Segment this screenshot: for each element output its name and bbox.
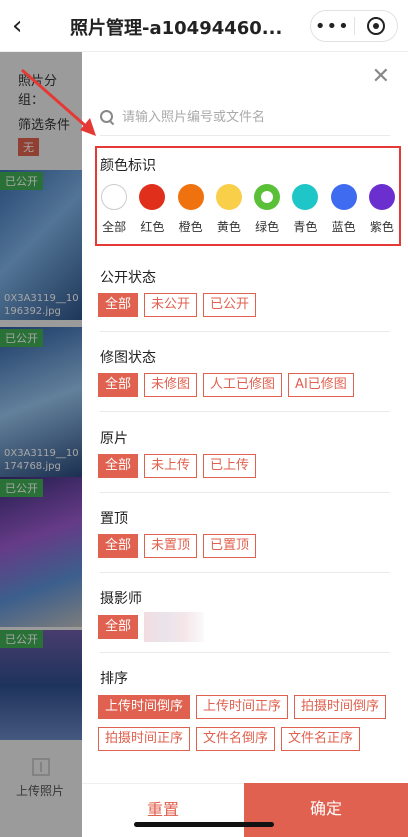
search-input[interactable] <box>122 109 382 125</box>
color-option-green[interactable]: 绿色 <box>249 184 285 235</box>
color-option-blue[interactable]: 蓝色 <box>326 184 362 235</box>
pin-options: 全部 未置顶 已置顶 <box>98 534 398 558</box>
sort-section-title: 排序 <box>100 671 128 687</box>
page-title: 照片管理-a10494460... <box>70 18 283 39</box>
color-option-red[interactable]: 红色 <box>134 184 170 235</box>
close-icon[interactable]: ✕ <box>372 66 390 88</box>
color-option-all[interactable]: 全部 <box>96 184 132 235</box>
color-option-orange[interactable]: 橙色 <box>173 184 209 235</box>
color-swatch <box>101 184 128 210</box>
color-swatch <box>177 184 204 210</box>
color-label: 紫色 <box>369 220 394 234</box>
background-page: 照片分组： 筛选条件 无 已公开 0X3A3119__10196392.jpg … <box>0 52 82 837</box>
blurred-photographer-name[interactable] <box>144 612 205 642</box>
color-label: 全部 <box>102 220 127 234</box>
sort-filename-desc[interactable]: 文件名倒序 <box>196 727 276 751</box>
mini-program-capsule: ••• <box>310 10 398 42</box>
color-section-title: 颜色标识 <box>100 158 156 174</box>
pin-option-pinned[interactable]: 已置顶 <box>203 534 257 558</box>
search-bar <box>100 106 390 128</box>
search-icon <box>100 110 114 124</box>
photographer-section-title: 摄影师 <box>100 591 142 607</box>
sort-filename-asc[interactable]: 文件名正序 <box>281 727 361 751</box>
pin-option-unpinned[interactable]: 未置顶 <box>144 534 198 558</box>
retouch-section-title: 修图状态 <box>100 350 156 366</box>
sort-upload-desc[interactable]: 上传时间倒序 <box>98 695 191 719</box>
sort-shoot-asc[interactable]: 拍摄时间正序 <box>98 727 191 751</box>
color-option-purple[interactable]: 紫色 <box>364 184 400 235</box>
dim-overlay[interactable] <box>0 52 82 837</box>
color-options: 全部 红色 橙色 黄色 绿色 青色 蓝色 紫色 <box>95 184 401 235</box>
pin-section-title: 置顶 <box>100 511 128 527</box>
color-label: 橙色 <box>178 220 203 234</box>
color-label: 青色 <box>293 220 318 234</box>
color-label: 绿色 <box>255 220 280 234</box>
color-swatch <box>330 184 357 210</box>
public-option-private[interactable]: 未公开 <box>144 293 198 317</box>
reset-button[interactable]: 重置 <box>82 783 244 837</box>
original-section-title: 原片 <box>100 431 128 447</box>
public-option-all[interactable]: 全部 <box>98 293 139 317</box>
divider <box>100 135 390 136</box>
sort-shoot-desc[interactable]: 拍摄时间倒序 <box>294 695 387 719</box>
photographer-options: 全部 <box>98 612 398 642</box>
color-swatch <box>368 184 395 210</box>
target-circle-icon[interactable] <box>354 17 397 35</box>
color-option-cyan[interactable]: 青色 <box>287 184 323 235</box>
confirm-button[interactable]: 确定 <box>244 783 408 837</box>
home-indicator <box>134 822 274 827</box>
color-label: 黄色 <box>216 220 241 234</box>
original-option-all[interactable]: 全部 <box>98 454 139 478</box>
photographer-option-all[interactable]: 全部 <box>98 615 139 639</box>
more-dots-icon[interactable]: ••• <box>311 16 354 37</box>
chevron-left-icon[interactable]: ‹ <box>12 12 36 40</box>
retouch-option-ai[interactable]: AI已修图 <box>288 373 354 397</box>
original-options: 全部 未上传 已上传 <box>98 454 398 478</box>
divider <box>100 492 390 493</box>
retouch-options: 全部 未修图 人工已修图 AI已修图 <box>98 373 398 397</box>
top-bar: ‹ 照片管理-a10494460... ••• <box>0 0 408 52</box>
divider <box>100 411 390 412</box>
public-option-public[interactable]: 已公开 <box>203 293 257 317</box>
filter-drawer: ✕ 颜色标识 全部 红色 橙色 黄色 绿色 青色 <box>82 52 408 837</box>
color-label: 蓝色 <box>331 220 356 234</box>
color-swatch <box>292 184 319 210</box>
divider <box>100 331 390 332</box>
color-option-yellow[interactable]: 黄色 <box>211 184 247 235</box>
pin-option-all[interactable]: 全部 <box>98 534 139 558</box>
original-option-not-uploaded[interactable]: 未上传 <box>144 454 198 478</box>
color-swatch <box>215 184 242 210</box>
color-swatch <box>139 184 166 210</box>
sort-options: 上传时间倒序 上传时间正序 拍摄时间倒序 拍摄时间正序 文件名倒序 文件名正序 <box>98 695 398 751</box>
public-section-title: 公开状态 <box>100 270 156 286</box>
retouch-option-all[interactable]: 全部 <box>98 373 139 397</box>
color-label: 红色 <box>140 220 165 234</box>
original-option-uploaded[interactable]: 已上传 <box>203 454 257 478</box>
public-options: 全部 未公开 已公开 <box>98 293 398 317</box>
retouch-option-manual[interactable]: 人工已修图 <box>203 373 283 397</box>
sort-upload-asc[interactable]: 上传时间正序 <box>196 695 289 719</box>
divider <box>100 572 390 573</box>
color-swatch <box>254 184 281 210</box>
retouch-option-none[interactable]: 未修图 <box>144 373 198 397</box>
divider <box>100 652 390 653</box>
